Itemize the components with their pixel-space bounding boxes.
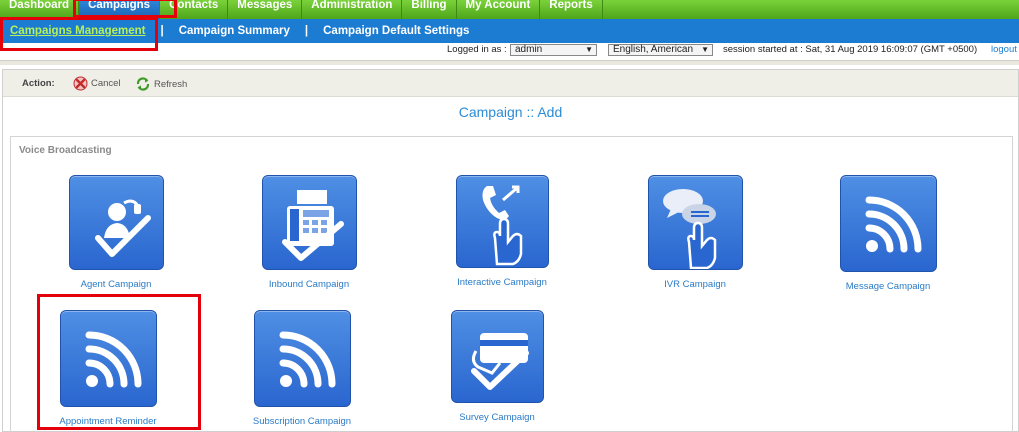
- fax-phone-check-icon: [261, 175, 357, 270]
- tile-label: Interactive Campaign: [457, 277, 547, 288]
- refresh-button[interactable]: Refresh: [135, 76, 187, 92]
- interactive-campaign-tile[interactable]: Interactive Campaign: [442, 175, 562, 288]
- refresh-label: Refresh: [154, 78, 188, 90]
- language-select[interactable]: English, American ▼: [608, 44, 713, 56]
- tile-label: Survey Campaign: [459, 412, 535, 423]
- broadcast-waves-icon: [59, 310, 157, 407]
- appointment-reminder-tile[interactable]: Appointment Reminder: [48, 310, 168, 427]
- tile-label: Agent Campaign: [80, 279, 152, 290]
- agent-campaign-tile[interactable]: Agent Campaign: [56, 175, 176, 290]
- nav-dashboard[interactable]: Dashboard: [0, 0, 80, 19]
- inbound-campaign-tile[interactable]: Inbound Campaign: [249, 175, 369, 290]
- content-panel: Action: Cancel Refresh Campaign :: Add V…: [2, 69, 1019, 432]
- cancel-icon: [73, 76, 88, 91]
- phone-hand-icon: [455, 175, 549, 268]
- nav-reports[interactable]: Reports: [540, 0, 603, 19]
- tile-label: Subscription Campaign: [252, 416, 352, 427]
- logout-link[interactable]: logout: [991, 44, 1017, 55]
- ivr-campaign-tile[interactable]: IVR Campaign: [635, 175, 755, 290]
- nav-messages[interactable]: Messages: [228, 0, 303, 19]
- chevron-down-icon: ▼: [701, 45, 709, 54]
- action-label: Action:: [22, 78, 55, 89]
- language-select-value: English, American: [613, 44, 694, 55]
- action-bar: Action: Cancel Refresh: [3, 70, 1018, 97]
- survey-campaign-tile[interactable]: Survey Campaign: [437, 310, 557, 423]
- tile-label: Inbound Campaign: [268, 279, 350, 290]
- nav-administration[interactable]: Administration: [302, 0, 403, 19]
- sub-nav: Campaigns Management | Campaign Summary …: [0, 19, 1019, 43]
- refresh-icon: [136, 77, 150, 91]
- subnav-campaign-default-settings[interactable]: Campaign Default Settings: [323, 25, 469, 37]
- nav-billing[interactable]: Billing: [402, 0, 457, 19]
- tile-label: Message Campaign: [845, 281, 931, 292]
- top-nav: Dashboard Campaigns Contacts Messages Ad…: [0, 0, 1019, 19]
- tile-label: Appointment Reminder: [59, 416, 157, 427]
- subnav-campaigns-management[interactable]: Campaigns Management: [10, 25, 145, 37]
- tile-label: IVR Campaign: [664, 279, 726, 290]
- page-title: Campaign :: Add: [458, 104, 563, 120]
- nav-contacts[interactable]: Contacts: [160, 0, 229, 19]
- user-select-value: admin: [515, 44, 543, 55]
- chat-hand-icon: [647, 175, 743, 270]
- nav-campaigns[interactable]: Campaigns: [79, 0, 161, 19]
- logged-in-label: Logged in as :: [447, 44, 507, 55]
- broadcast-waves-icon: [253, 310, 351, 407]
- subscription-campaign-tile[interactable]: Subscription Campaign: [242, 310, 362, 427]
- agent-headset-check-icon: [68, 175, 164, 270]
- card-check-icon: [450, 310, 544, 403]
- session-started-text: session started at : Sat, 31 Aug 2019 16…: [723, 44, 978, 55]
- nav-my-account[interactable]: My Account: [457, 0, 541, 19]
- subnav-separator: |: [160, 25, 164, 37]
- message-campaign-tile[interactable]: Message Campaign: [828, 175, 948, 292]
- user-select[interactable]: admin ▼: [510, 44, 597, 56]
- group-title: Voice Broadcasting: [19, 145, 112, 156]
- broadcast-waves-icon: [839, 175, 937, 272]
- voice-broadcasting-group: Voice Broadcasting Agent Campaign Inboun…: [10, 136, 1013, 432]
- subnav-separator: |: [304, 25, 309, 37]
- chevron-down-icon: ▼: [585, 45, 593, 54]
- session-bar: Logged in as : admin ▼ English, American…: [0, 43, 1019, 58]
- header-divider: [0, 60, 1019, 65]
- cancel-button[interactable]: Cancel: [73, 76, 121, 91]
- subnav-campaign-summary[interactable]: Campaign Summary: [179, 25, 290, 37]
- cancel-label: Cancel: [91, 78, 121, 89]
